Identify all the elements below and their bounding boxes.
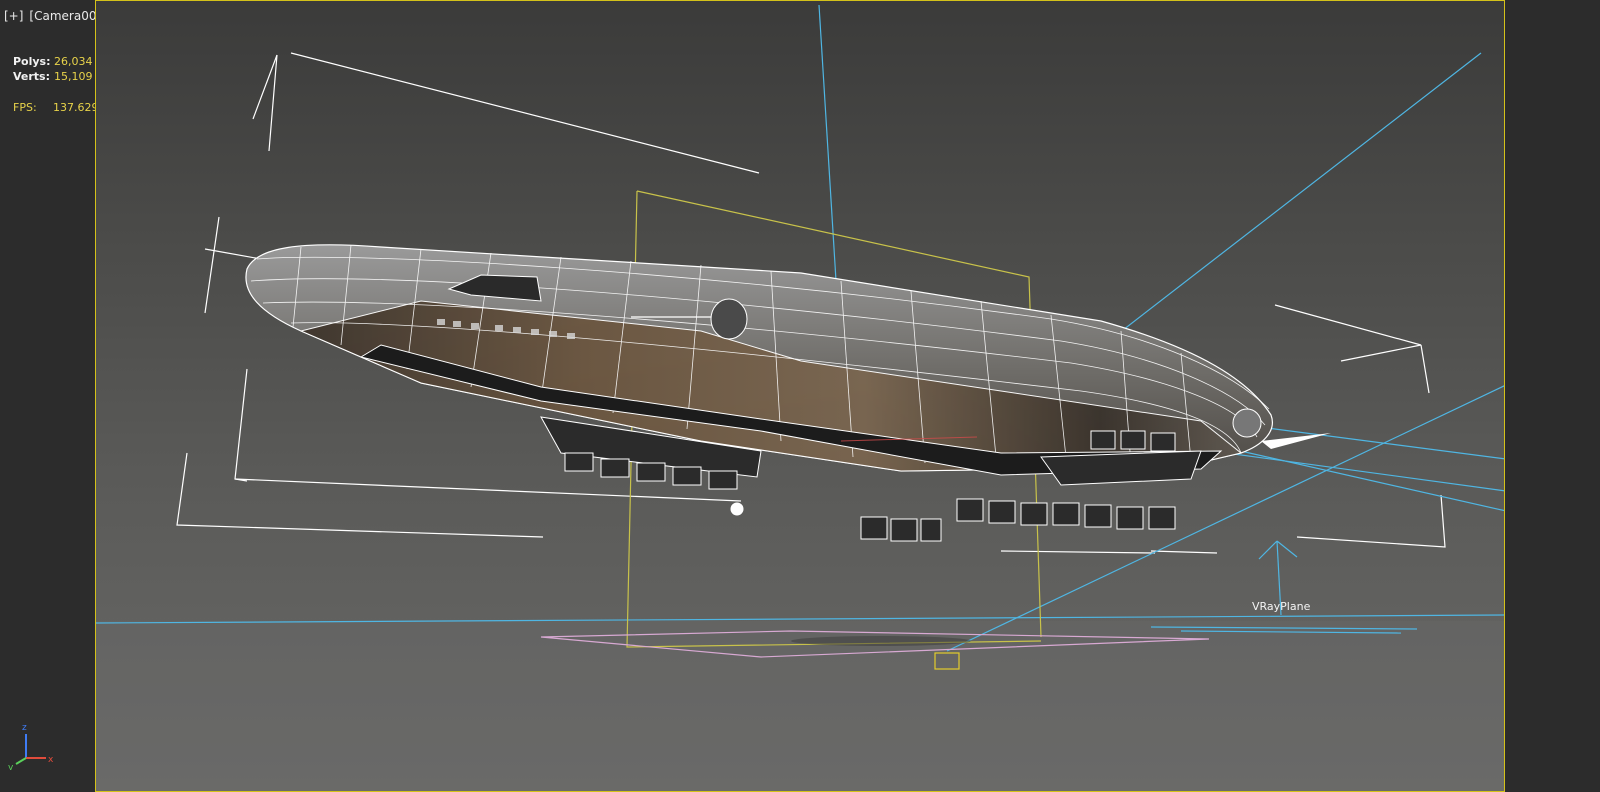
app-root: [+] [Camera001] Polys: 26,034 Verts: 15,1… xyxy=(0,0,1600,792)
polys-label: Polys: xyxy=(13,55,51,68)
fps-value: 137.629 xyxy=(53,101,99,114)
polys-row: Polys: 26,034 xyxy=(13,54,93,69)
fps-label: FPS: xyxy=(13,101,37,114)
axis-gizmo: z x y xyxy=(8,723,54,770)
stats-panel: Polys: 26,034 Verts: 15,109 xyxy=(13,54,93,84)
viewport-menu-button[interactable]: [+] xyxy=(4,9,23,23)
verts-row: Verts: 15,109 xyxy=(13,69,93,84)
vray-plane-label[interactable]: VRayPlane xyxy=(1252,600,1310,613)
ground-shadow xyxy=(791,636,971,646)
camera-viewport[interactable]: VRayPlane xyxy=(95,0,1505,792)
airship-model[interactable] xyxy=(245,244,1331,542)
polys-value: 26,034 xyxy=(54,55,93,68)
nose-cap xyxy=(1232,408,1262,438)
x-axis-label: x xyxy=(48,755,54,765)
left-panel xyxy=(0,0,95,792)
verts-label: Verts: xyxy=(13,70,51,83)
nose-spike xyxy=(1261,433,1331,449)
right-panel xyxy=(1505,0,1600,792)
y-axis-label: y xyxy=(8,763,14,770)
verts-value: 15,109 xyxy=(54,70,93,83)
z-axis-label: z xyxy=(22,723,27,733)
ground-area xyxy=(96,621,1504,791)
engine-pod xyxy=(710,298,748,340)
scene-canvas[interactable] xyxy=(96,1,1505,792)
fps-readout: FPS: 137.629 xyxy=(13,101,99,114)
